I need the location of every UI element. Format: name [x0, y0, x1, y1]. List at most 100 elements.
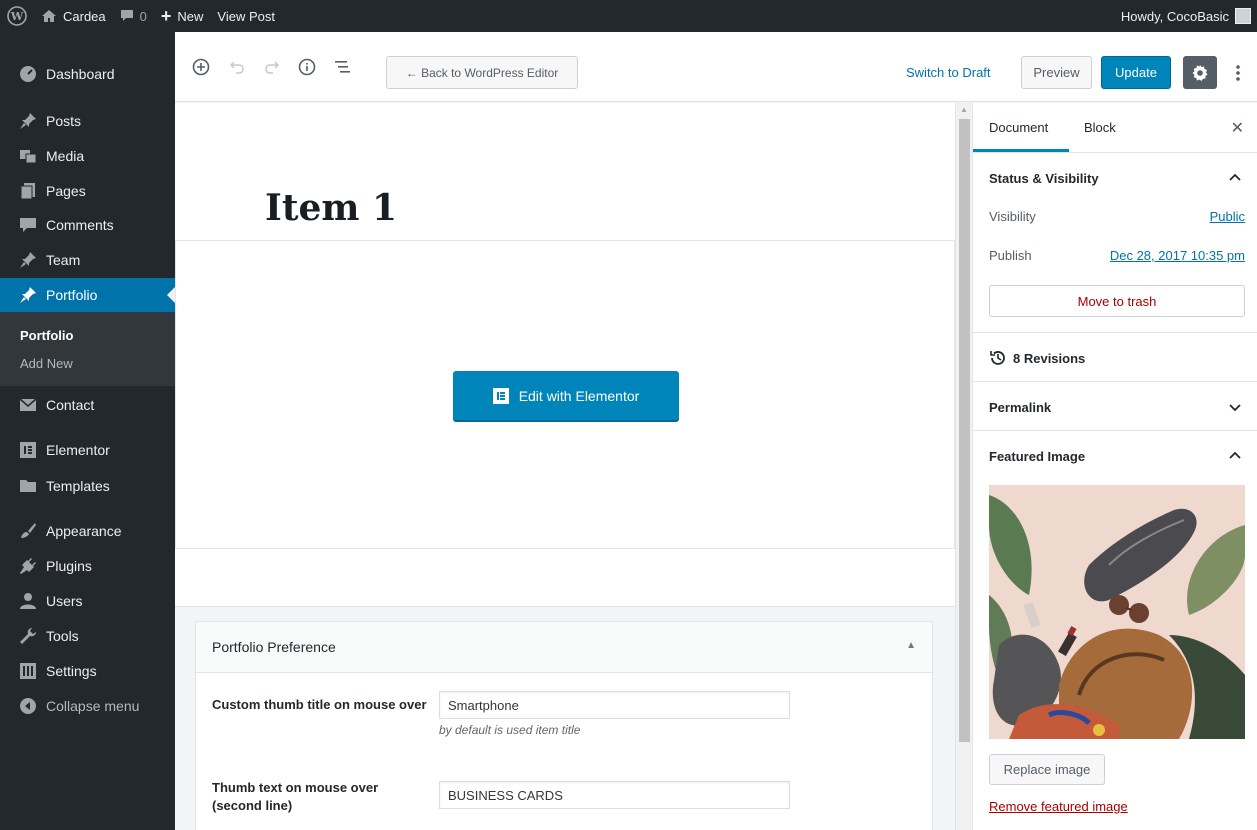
active-tab-indicator [973, 149, 1069, 152]
menu-item-settings[interactable]: Settings [0, 654, 175, 688]
redo-button[interactable] [261, 56, 283, 78]
svg-text:W: W [10, 10, 24, 23]
more-options-button[interactable] [1228, 56, 1248, 89]
elementor-icon [18, 440, 38, 460]
divider [973, 332, 1257, 333]
chevron-up-icon[interactable] [1229, 169, 1241, 184]
revisions-label: 8 Revisions [1013, 350, 1086, 366]
menu-item-pages[interactable]: Pages [0, 174, 175, 208]
metabox-area: Portfolio Preference ▲ Custom thumb titl… [175, 606, 955, 830]
content-info-button[interactable] [296, 56, 318, 78]
gear-icon [1192, 64, 1208, 81]
pushpin-icon [18, 250, 38, 270]
add-block-button[interactable] [190, 56, 212, 78]
scroll-up-arrow-icon[interactable]: ▲ [960, 105, 968, 114]
plus-icon: + [160, 5, 172, 26]
menu-label-dashboard: Dashboard [46, 66, 115, 82]
account-menu[interactable]: Howdy, CocoBasic [1114, 0, 1257, 32]
menu-item-users[interactable]: Users [0, 584, 175, 618]
menu-label-settings: Settings [46, 663, 97, 679]
comments-link[interactable]: 0 [113, 0, 154, 32]
thumb-title-input[interactable]: Smartphone [439, 691, 790, 719]
visibility-value-link[interactable]: Public [1210, 209, 1245, 224]
edit-with-elementor-button[interactable]: Edit with Elementor [453, 371, 679, 420]
menu-item-templates[interactable]: Templates [0, 469, 175, 503]
menu-label-posts: Posts [46, 113, 82, 129]
tab-document[interactable]: Document [989, 120, 1048, 135]
menu-label-portfolio: Portfolio [46, 287, 98, 303]
menu-label-team: Team [46, 252, 81, 268]
site-name-link[interactable]: Cardea [34, 0, 113, 32]
undo-icon [229, 61, 244, 74]
back-to-wordpress-editor-button[interactable]: ← Back to WordPress Editor [386, 56, 578, 89]
comment-icon [18, 215, 38, 235]
elementor-icon [492, 387, 509, 404]
submenu-item-add-new[interactable]: Add New [20, 356, 73, 371]
avatar [1235, 8, 1251, 24]
tab-block[interactable]: Block [1084, 120, 1116, 135]
scrollbar-thumb[interactable] [959, 119, 970, 742]
featured-image[interactable] [989, 485, 1245, 739]
media-icon [18, 146, 38, 166]
block-navigation-button[interactable] [332, 56, 354, 78]
menu-item-portfolio[interactable]: Portfolio [0, 278, 175, 312]
thumb-text-input[interactable]: BUSINESS CARDS [439, 781, 790, 809]
vertical-ellipsis-icon [1236, 64, 1240, 81]
move-to-trash-button[interactable]: Move to trash [989, 285, 1245, 317]
collapse-arrow-icon [18, 696, 38, 716]
menu-label-users: Users [46, 593, 83, 609]
chevron-down-icon[interactable] [1229, 400, 1241, 415]
thumb-title-description: by default is used item title [439, 723, 581, 737]
metabox-header[interactable]: Portfolio Preference ▲ [196, 622, 932, 673]
chevron-up-icon[interactable] [1229, 447, 1241, 462]
site-name-label: Cardea [63, 8, 106, 24]
view-post-link[interactable]: View Post [210, 0, 282, 32]
settings-toggle-button[interactable] [1183, 56, 1217, 89]
menu-item-comments[interactable]: Comments [0, 208, 175, 242]
menu-label-pages: Pages [46, 183, 86, 199]
folder-icon [18, 476, 38, 496]
menu-item-media[interactable]: Media [0, 139, 175, 173]
status-visibility-heading[interactable]: Status & Visibility [989, 171, 1099, 186]
menu-item-plugins[interactable]: Plugins [0, 549, 175, 583]
list-outline-icon [335, 61, 350, 73]
featured-image-heading[interactable]: Featured Image [989, 449, 1085, 464]
submenu-item-portfolio[interactable]: Portfolio [20, 328, 73, 343]
menu-item-dashboard[interactable]: Dashboard [0, 57, 175, 91]
field-label-thumb-title: Custom thumb title on mouse over [212, 697, 427, 712]
paintbrush-icon [18, 521, 38, 541]
menu-item-team[interactable]: Team [0, 243, 175, 277]
info-icon [298, 58, 316, 76]
view-post-label: View Post [217, 8, 275, 24]
post-title[interactable]: Item 1 [265, 187, 397, 229]
menu-label-elementor: Elementor [46, 442, 110, 458]
collapse-triangle-icon[interactable]: ▲ [906, 640, 916, 651]
canvas-scrollbar[interactable]: ▲ [955, 103, 972, 830]
menu-label-appearance: Appearance [46, 523, 122, 539]
permalink-heading[interactable]: Permalink [989, 400, 1051, 415]
collapse-menu-button[interactable]: Collapse menu [0, 689, 175, 723]
close-sidebar-icon[interactable]: ✕ [1231, 118, 1244, 138]
preview-button[interactable]: Preview [1021, 56, 1092, 89]
revisions-link[interactable]: 8 Revisions [989, 349, 1085, 367]
undo-button[interactable] [226, 56, 248, 78]
menu-item-elementor[interactable]: Elementor [0, 433, 175, 467]
update-button[interactable]: Update [1101, 56, 1171, 89]
switch-to-draft-link[interactable]: Switch to Draft [906, 65, 991, 80]
wordpress-logo-button[interactable]: W [0, 0, 34, 32]
publish-date-link[interactable]: Dec 28, 2017 10:35 pm [1110, 248, 1245, 263]
menu-item-appearance[interactable]: Appearance [0, 514, 175, 548]
replace-image-button[interactable]: Replace image [989, 754, 1105, 785]
add-circle-icon [192, 58, 210, 76]
elementor-panel: Edit with Elementor [175, 240, 955, 549]
new-content-link[interactable]: + New [154, 0, 211, 32]
menu-item-posts[interactable]: Posts [0, 104, 175, 138]
envelope-icon [18, 395, 38, 415]
wrench-icon [18, 626, 38, 646]
remove-featured-image-link[interactable]: Remove featured image [989, 799, 1128, 814]
field-label-thumb-text: Thumb text on mouse over (second line) [212, 780, 379, 813]
menu-label-media: Media [46, 148, 85, 164]
menu-label-plugins: Plugins [46, 558, 92, 574]
menu-item-contact[interactable]: Contact [0, 388, 175, 422]
menu-item-tools[interactable]: Tools [0, 619, 175, 653]
